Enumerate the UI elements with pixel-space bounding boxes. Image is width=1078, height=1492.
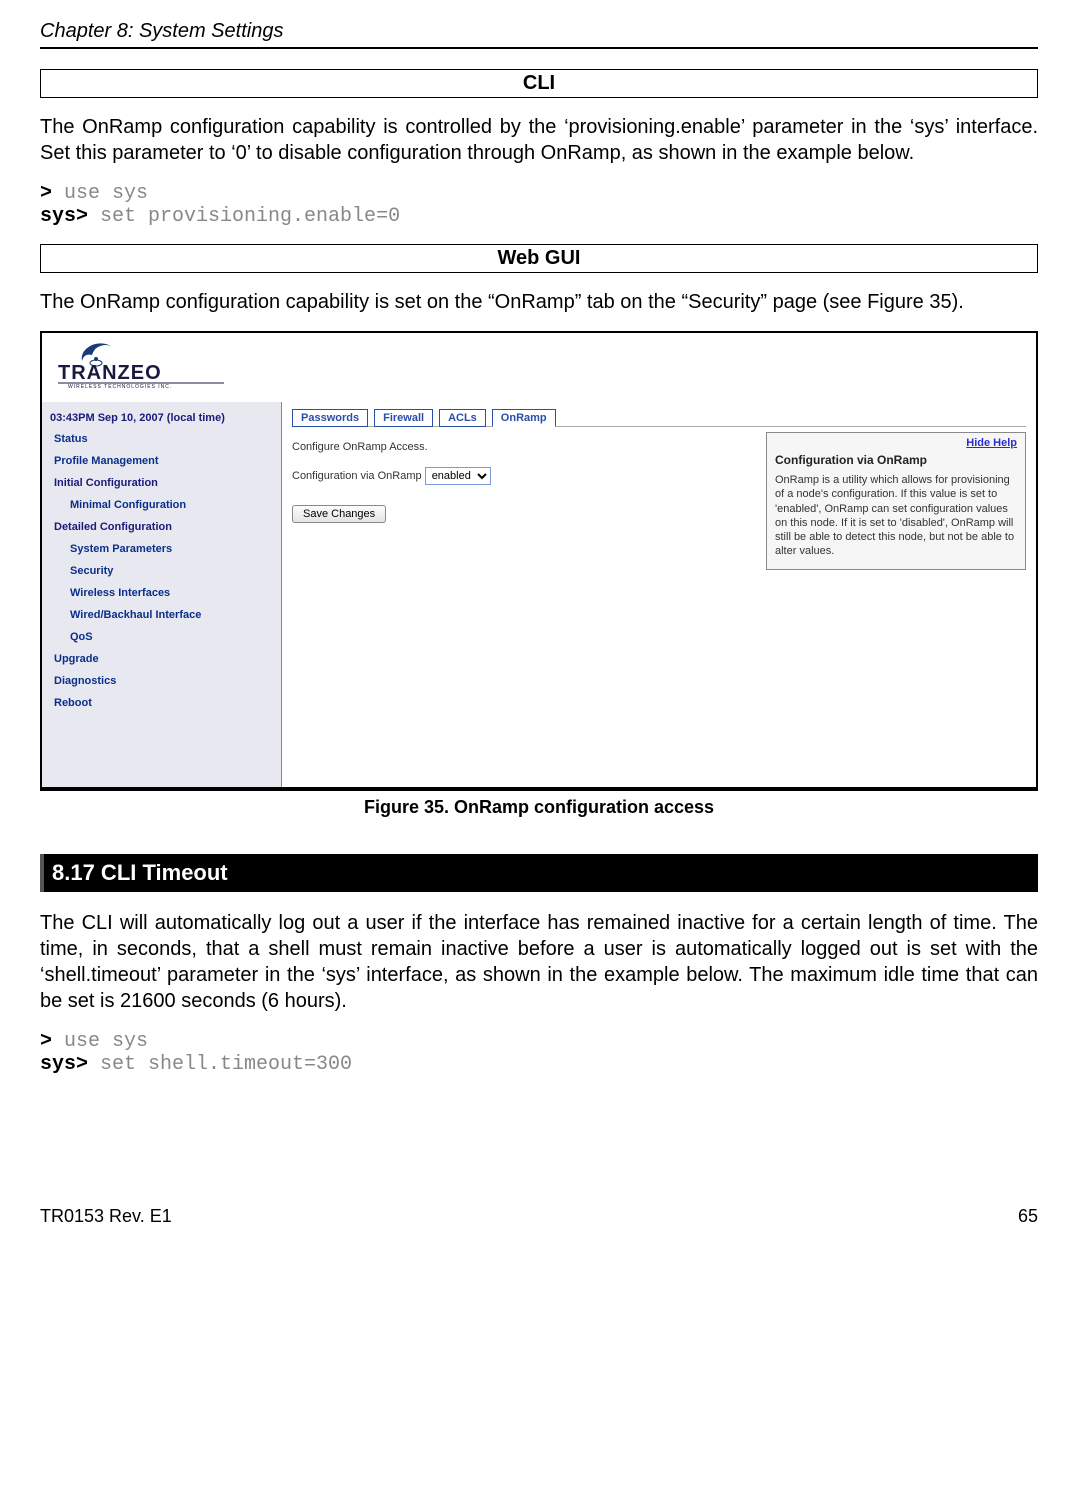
cli-prompt: > <box>40 1030 52 1053</box>
cli-cmd: use sys <box>52 182 148 205</box>
footer-left: TR0153 Rev. E1 <box>40 1206 172 1227</box>
cli-cmd: use sys <box>52 1030 148 1053</box>
tab-passwords[interactable]: Passwords <box>292 409 368 427</box>
sidebar-item[interactable]: Upgrade <box>42 648 281 670</box>
page-footer: TR0153 Rev. E1 65 <box>40 1206 1038 1227</box>
cli-prompt: > <box>40 182 52 205</box>
chapter-header: Chapter 8: System Settings <box>40 20 1038 43</box>
footer-right: 65 <box>1018 1206 1038 1227</box>
sidebar-item[interactable]: Detailed Configuration <box>42 516 281 538</box>
cli-prompt: sys> <box>40 205 88 228</box>
header-rule <box>40 47 1038 49</box>
sidebar-item[interactable]: Reboot <box>42 692 281 714</box>
cli-example-2: > use sys sys> set shell.timeout=300 <box>40 1030 1038 1076</box>
sidebar-item[interactable]: System Parameters <box>42 538 281 560</box>
onramp-select[interactable]: enabled <box>425 467 491 485</box>
tab-acls[interactable]: ACLs <box>439 409 486 427</box>
help-panel: Hide Help Configuration via OnRamp OnRam… <box>766 432 1026 570</box>
sidebar-item[interactable]: Wireless Interfaces <box>42 582 281 604</box>
tab-onramp[interactable]: OnRamp <box>492 409 556 427</box>
tab-firewall[interactable]: Firewall <box>374 409 433 427</box>
sidebar-item[interactable]: Security <box>42 560 281 582</box>
tabs-row: Passwords Firewall ACLs OnRamp <box>292 408 1026 427</box>
sidebar-item[interactable]: Minimal Configuration <box>42 494 281 516</box>
paragraph-onramp-webgui: The OnRamp configuration capability is s… <box>40 289 1038 315</box>
paragraph-onramp-cli: The OnRamp configuration capability is c… <box>40 114 1038 166</box>
heading-8-17: 8.17 CLI Timeout <box>40 854 1038 892</box>
screenshot-content: PasswordsFirewallACLsOnRamp Configure On… <box>282 402 1036 791</box>
save-changes-button[interactable]: Save Changes <box>292 505 386 523</box>
help-title: Configuration via OnRamp <box>775 453 1017 467</box>
paragraph-cli-timeout: The CLI will automatically log out a use… <box>40 910 1038 1014</box>
cli-cmd: set shell.timeout=300 <box>88 1053 352 1076</box>
sidebar-nav: StatusProfile ManagementInitial Configur… <box>42 428 281 714</box>
logo-text: TRANZEO <box>58 362 162 384</box>
cli-section-box: CLI <box>40 69 1038 98</box>
logo-area: TRANZEO WIRELESS TECHNOLOGIES INC. <box>42 333 1036 402</box>
sidebar-item[interactable]: Profile Management <box>42 450 281 472</box>
sidebar-time: 03:43PM Sep 10, 2007 (local time) <box>42 408 281 428</box>
figure-35-screenshot: TRANZEO WIRELESS TECHNOLOGIES INC. 03:43… <box>40 331 1038 791</box>
sidebar-item[interactable]: QoS <box>42 626 281 648</box>
help-body: OnRamp is a utility which allows for pro… <box>775 473 1017 559</box>
webgui-section-box: Web GUI <box>40 244 1038 273</box>
sidebar-item[interactable]: Status <box>42 428 281 450</box>
sidebar-item[interactable]: Initial Configuration <box>42 472 281 494</box>
figure-caption: Figure 35. OnRamp configuration access <box>40 797 1038 818</box>
hide-help-link[interactable]: Hide Help <box>775 437 1017 449</box>
tranzeo-logo-icon: TRANZEO WIRELESS TECHNOLOGIES INC. <box>54 341 234 389</box>
sidebar-item[interactable]: Diagnostics <box>42 670 281 692</box>
sidebar-item[interactable]: Wired/Backhaul Interface <box>42 604 281 626</box>
cli-prompt: sys> <box>40 1053 88 1076</box>
cli-example-1: > use sys sys> set provisioning.enable=0 <box>40 182 1038 228</box>
cli-cmd: set provisioning.enable=0 <box>88 205 400 228</box>
logo-subtext: WIRELESS TECHNOLOGIES INC. <box>68 384 172 389</box>
screenshot-sidebar: 03:43PM Sep 10, 2007 (local time) Status… <box>42 402 282 791</box>
configure-onramp-label: Configuration via OnRamp <box>292 470 422 482</box>
